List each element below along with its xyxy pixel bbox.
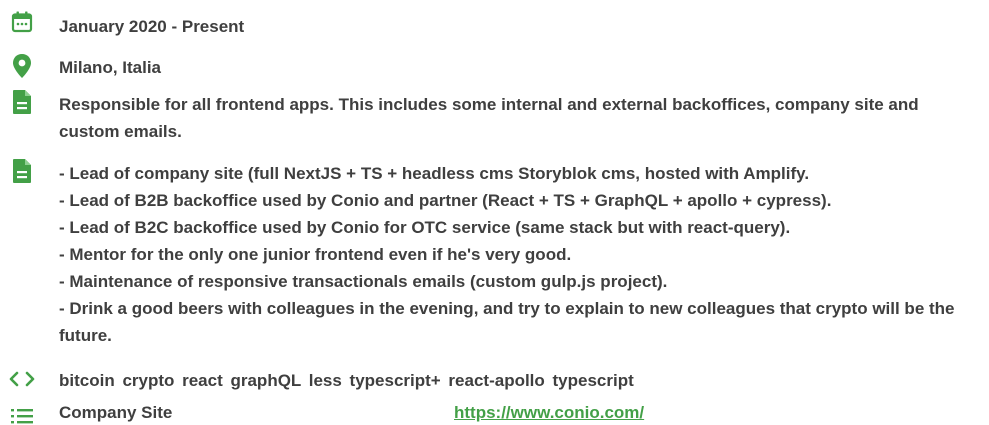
document-icon [8, 89, 36, 115]
map-pin-icon [8, 53, 36, 79]
duties-list: - Lead of company site (full NextJS + TS… [59, 160, 979, 349]
duty-item: - Lead of B2B backoffice used by Conio a… [59, 191, 832, 210]
duty-item: - Maintenance of responsive transactiona… [59, 272, 668, 291]
location-text: Milano, Italia [59, 58, 162, 77]
code-icon [8, 370, 36, 388]
summary-text: Responsible for all frontend apps. This … [59, 95, 919, 141]
company-site-link[interactable]: https://www.conio.com/ [454, 403, 644, 423]
tags-text: bitcoin crypto react graphQL less typesc… [59, 371, 634, 390]
duty-item: - Lead of company site (full NextJS + TS… [59, 164, 810, 183]
date-range: January 2020 - Present [59, 17, 245, 36]
document-icon [8, 158, 36, 184]
duty-item: - Drink a good beers with colleagues in … [59, 299, 955, 345]
company-site-label: Company Site [59, 403, 173, 422]
duty-item: - Lead of B2C backoffice used by Conio f… [59, 218, 791, 237]
list-icon [8, 407, 36, 425]
duty-item: - Mentor for the only one junior fronten… [59, 245, 572, 264]
calendar-icon [8, 10, 36, 34]
